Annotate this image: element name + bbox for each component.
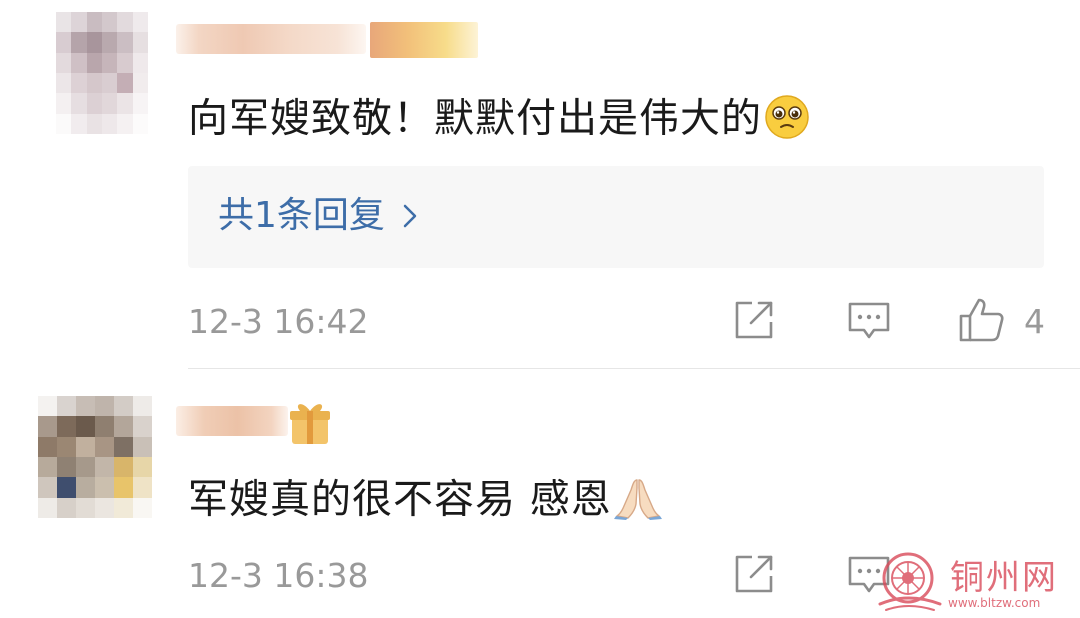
member-badge-icon (370, 22, 478, 58)
gift-badge-icon (288, 398, 332, 450)
share-icon[interactable] (732, 298, 776, 346)
comment-timestamp: 12-3 16:42 (188, 302, 369, 341)
username[interactable] (176, 406, 288, 436)
chevron-right-icon (403, 199, 417, 235)
username[interactable] (176, 24, 366, 54)
comment-timestamp: 12-3 16:38 (188, 556, 369, 595)
like-icon[interactable] (958, 296, 1006, 348)
pleading-face-icon (764, 94, 810, 147)
watermark-text: 铜州网 (950, 558, 1058, 598)
share-icon[interactable] (732, 552, 776, 600)
comment-divider (188, 368, 1080, 369)
avatar[interactable] (38, 396, 152, 518)
like-count: 4 (1024, 302, 1045, 341)
comment-icon[interactable] (846, 300, 892, 348)
view-replies-link[interactable]: 共1条回复 (218, 198, 417, 235)
watermark-url: www.bltzw.com (948, 596, 1041, 610)
comment-text: 向军嫂致敬！默默付出是伟大的 (188, 94, 810, 147)
view-replies-label: 共1条回复 (218, 195, 385, 236)
watermark-seal-icon (878, 552, 942, 611)
site-watermark: 铜州网 www.bltzw.com (872, 548, 1076, 614)
reply-summary-box[interactable]: 共1条回复 (188, 166, 1044, 268)
comment-list: 向军嫂致敬！默默付出是伟大的 共1条回复 12-3 16:42 4 军嫂真的很不… (0, 0, 1080, 618)
comment-text: 军嫂真的很不容易 感恩 (188, 476, 662, 527)
folded-hands-icon (613, 476, 662, 527)
avatar[interactable] (56, 12, 148, 134)
